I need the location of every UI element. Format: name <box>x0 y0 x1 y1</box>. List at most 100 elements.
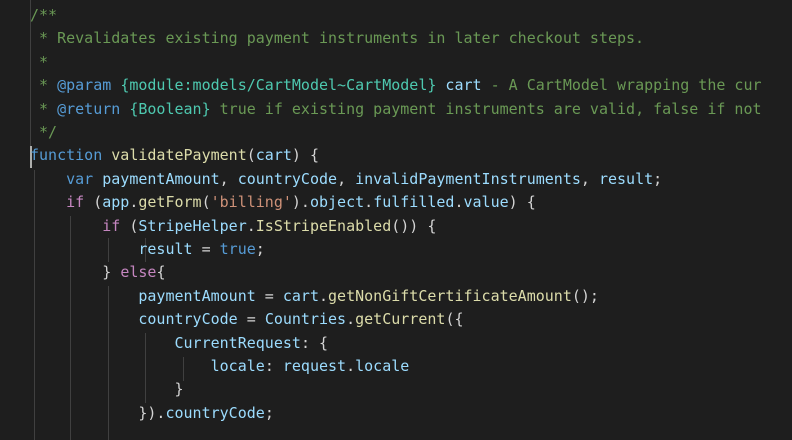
code-token: cart <box>255 146 292 165</box>
code-token: ). <box>291 193 310 212</box>
code-token: if <box>102 216 121 235</box>
code-token: fulfilled <box>373 193 455 212</box>
code-token: object <box>309 193 365 212</box>
code-token: cart <box>445 76 482 95</box>
code-token: }). <box>30 403 166 422</box>
code-line: locale: request.locale <box>30 355 410 378</box>
code-token: . <box>346 310 356 329</box>
code-line: if (StripeHelper.IsStripeEnabled()) { <box>30 215 436 238</box>
code-token: paymentAmount <box>102 169 220 188</box>
code-token: CurrentRequest <box>174 333 301 352</box>
code-token: * <box>30 99 58 118</box>
code-token: */ <box>30 123 58 141</box>
code-token: if <box>66 193 85 212</box>
code-token: @param <box>57 76 112 95</box>
code-token: validatePayment <box>111 146 247 165</box>
code-line: * Revalidates existing payment instrumen… <box>30 27 644 50</box>
code-token: { <box>156 263 166 282</box>
code-token: = <box>237 310 265 329</box>
code-token: ) { <box>291 146 319 165</box>
code-token: , <box>219 169 238 188</box>
code-token: true if existing payment instruments are… <box>210 99 762 118</box>
code-token: , <box>337 169 356 188</box>
code-line: paymentAmount = cart.getNonGiftCertifica… <box>30 285 599 308</box>
code-token: StripeHelper <box>138 216 247 235</box>
code-token: locale <box>210 357 265 375</box>
code-line: * @return {Boolean} true if existing pay… <box>30 98 762 121</box>
code-token: } <box>30 263 121 282</box>
code-line: CurrentRequest: { <box>30 332 329 355</box>
code-token: ; <box>653 169 663 188</box>
code-token: paymentAmount <box>138 286 256 305</box>
code-token: . <box>364 193 374 212</box>
code-editor[interactable]: /** * Revalidates existing payment instr… <box>0 0 792 440</box>
code-line: if (app.getForm('billing').object.fulfil… <box>30 191 536 214</box>
code-token: ( <box>84 193 103 212</box>
code-line: }).countryCode; <box>30 402 274 425</box>
code-token: result <box>598 169 654 188</box>
code-token: ( <box>120 216 139 235</box>
code-token: - A CartModel wrapping the cur <box>481 76 762 95</box>
code-token: : { <box>300 333 329 352</box>
code-token: ( <box>201 193 211 212</box>
code-token: request <box>282 357 347 375</box>
code-token: else <box>120 263 157 282</box>
code-token: getNonGiftCertificateAmount <box>328 286 572 305</box>
code-token: ()) { <box>391 216 437 235</box>
code-token: * Revalidates existing payment instrumen… <box>30 29 645 48</box>
code-token: ; <box>255 240 265 258</box>
code-token: app <box>102 193 130 212</box>
code-token: Countries <box>264 310 347 329</box>
code-token: , <box>580 169 599 188</box>
code-line: /** <box>30 4 57 27</box>
code-token: cart <box>282 286 319 305</box>
code-line: } <box>30 378 184 401</box>
code-token: countryCode <box>138 310 238 329</box>
code-token: . <box>346 357 356 375</box>
code-token: function <box>30 146 103 165</box>
code-line: function validatePayment(cart) { <box>30 144 319 167</box>
code-token: * <box>30 76 58 95</box>
code-token: @return <box>57 99 121 118</box>
code-token: ( <box>246 146 256 165</box>
code-token: = <box>255 286 283 305</box>
code-line: */ <box>30 121 57 144</box>
code-token: getForm <box>138 193 202 212</box>
code-token: var <box>66 169 94 188</box>
code-token: true <box>219 240 256 258</box>
code-token: = <box>192 240 220 258</box>
code-line: * @param {module:models/CartModel~CartMo… <box>30 74 762 97</box>
code-token: ) { <box>508 193 536 212</box>
code-line: countryCode = Countries.getCurrent({ <box>30 308 464 331</box>
code-token: 'billing' <box>210 193 292 212</box>
code-token: . <box>246 216 256 235</box>
code-token: /** <box>30 6 58 24</box>
code-token: countryCode <box>165 403 265 422</box>
code-token: : <box>264 357 283 375</box>
code-token: invalidPaymentInstruments <box>355 169 581 188</box>
code-token: ; <box>264 403 274 422</box>
code-token: countryCode <box>237 169 338 188</box>
code-token: {module:models/CartModel~CartModel} <box>120 76 437 95</box>
code-line: * <box>30 51 48 74</box>
code-token: locale <box>355 357 410 375</box>
code-token: } <box>30 380 184 399</box>
code-token: getCurrent <box>355 310 446 329</box>
code-line: var paymentAmount, countryCode, invalidP… <box>30 168 662 191</box>
code-line: } else{ <box>30 261 165 284</box>
code-token: * <box>30 52 49 71</box>
code-token: . <box>319 286 329 305</box>
code-token: ({ <box>445 310 464 329</box>
